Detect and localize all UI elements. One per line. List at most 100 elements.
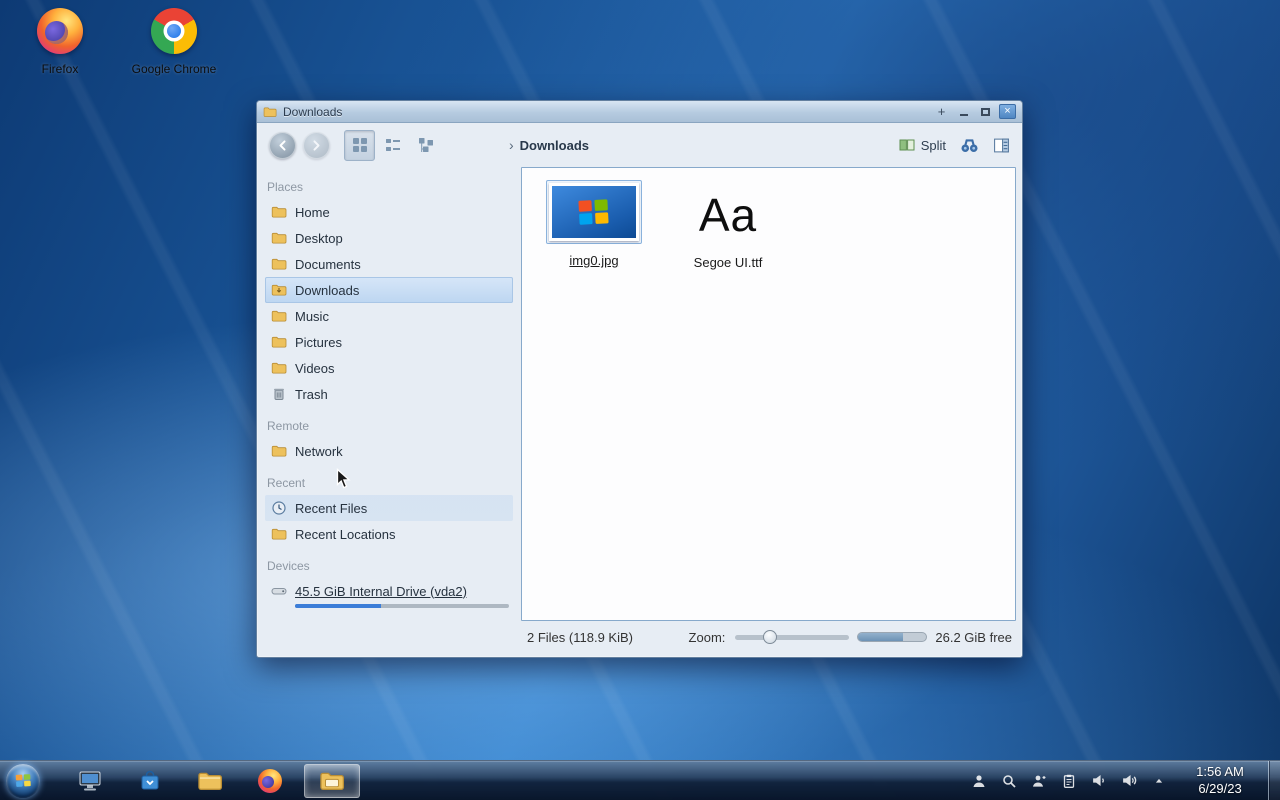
- breadcrumb[interactable]: › Downloads: [509, 137, 589, 153]
- sidebar-item-label: Recent Locations: [295, 526, 396, 542]
- arrow-left-icon: [279, 139, 286, 151]
- hard-drive-icon: [271, 588, 287, 595]
- compact-view-icon: [385, 139, 400, 151]
- search-icon[interactable]: [996, 767, 1022, 795]
- clipboard-icon[interactable]: [1056, 767, 1082, 795]
- clock-time: 1:56 AM: [1196, 764, 1244, 780]
- titlebar[interactable]: Downloads + ×: [257, 101, 1022, 123]
- sidebar-item-recent-locations[interactable]: Recent Locations: [265, 521, 513, 547]
- volume-low-icon[interactable]: [1086, 767, 1112, 795]
- folder-recent-icon: [271, 528, 287, 540]
- taskbar-app-folder[interactable]: [184, 764, 236, 798]
- sidebar-item-label: Videos: [295, 360, 335, 376]
- caret-up-icon[interactable]: [1146, 767, 1172, 795]
- minimize-button[interactable]: [955, 104, 972, 119]
- sidebar-item-label: Trash: [295, 386, 328, 402]
- zoom-slider-track[interactable]: [735, 635, 850, 640]
- sidebar-item-documents[interactable]: Documents: [265, 251, 513, 277]
- zoom-slider[interactable]: [735, 629, 850, 645]
- folder-network-icon: [271, 445, 287, 457]
- show-desktop-button[interactable]: [1268, 760, 1280, 800]
- image-thumbnail: [549, 183, 639, 241]
- font-preview: Aa: [698, 189, 758, 241]
- file-manager-window: Downloads + × › Downloads Split Places H…: [256, 100, 1023, 658]
- section-devices: Devices: [267, 559, 310, 573]
- sidebar-item-recent-files[interactable]: Recent Files: [265, 495, 513, 521]
- desktop-icon-label: Google Chrome: [131, 62, 217, 76]
- folder-downloads-icon: [271, 284, 287, 296]
- sidebar-item-music[interactable]: Music: [265, 303, 513, 329]
- taskbar-app-display-settings[interactable]: [64, 764, 116, 798]
- sidebar-item-desktop[interactable]: Desktop: [265, 225, 513, 251]
- drive-capacity-bar: [295, 604, 509, 608]
- display-icon: [79, 771, 101, 790]
- sidebar-item-label: Desktop: [295, 230, 343, 246]
- folder-music-icon: [271, 310, 287, 322]
- file-manager-icon: [320, 772, 345, 790]
- system-tray: [966, 767, 1178, 795]
- sidebar-item-label: Network: [295, 443, 343, 459]
- icons-view-icon: [352, 138, 367, 152]
- folder-documents-icon: [271, 258, 287, 270]
- folder-home-icon: [271, 206, 287, 218]
- sidebar-item-home[interactable]: Home: [265, 199, 513, 225]
- find-button[interactable]: [960, 137, 979, 154]
- sidebar-item-label: Downloads: [295, 282, 360, 298]
- sidebar-item-network[interactable]: Network: [265, 438, 513, 464]
- user-icon[interactable]: [966, 767, 992, 795]
- status-bar: 2 Files (118.9 KiB) Zoom: 26.2 GiB free: [521, 621, 1016, 653]
- sidebar-item-label: Music: [295, 308, 329, 324]
- icons-view-button[interactable]: [344, 129, 375, 161]
- side-panel-icon: [994, 138, 1009, 152]
- sidebar-item-pictures[interactable]: Pictures: [265, 329, 513, 355]
- pin-button[interactable]: +: [933, 104, 950, 119]
- clock-date: 6/29/23: [1198, 780, 1242, 796]
- file-name[interactable]: Segoe UI.ttf: [694, 255, 763, 270]
- user-icon[interactable]: [1026, 767, 1052, 795]
- folder-view[interactable]: img0.jpg Aa Segoe UI.ttf: [521, 167, 1016, 621]
- compact-view-button[interactable]: [377, 130, 408, 161]
- folder-pictures-icon: [271, 336, 287, 348]
- desktop-icon-chrome[interactable]: Google Chrome: [122, 8, 226, 76]
- panel-toggle-button[interactable]: [993, 137, 1010, 154]
- close-button[interactable]: ×: [999, 104, 1016, 119]
- split-button[interactable]: Split: [899, 137, 946, 153]
- details-view-button[interactable]: [410, 130, 441, 161]
- binoculars-icon: [961, 138, 978, 152]
- section-recent: Recent: [267, 476, 306, 490]
- desktop-icon-label: Firefox: [41, 62, 79, 76]
- taskbar-app-file-manager-active[interactable]: [304, 763, 360, 798]
- sidebar-item-label: 45.5 GiB Internal Drive (vda2): [295, 583, 467, 599]
- start-button[interactable]: [6, 763, 40, 798]
- thumbnail-selection-frame: [546, 180, 642, 244]
- volume-high-icon[interactable]: [1116, 767, 1142, 795]
- forward-button[interactable]: [303, 131, 330, 159]
- file-segoe-ui[interactable]: Aa Segoe UI.ttf: [676, 180, 780, 270]
- sidebar-item-internal-drive[interactable]: 45.5 GiB Internal Drive (vda2): [265, 580, 513, 608]
- section-remote: Remote: [267, 419, 310, 433]
- sidebar-item-downloads[interactable]: Downloads: [265, 277, 513, 303]
- maximize-button[interactable]: [977, 104, 994, 119]
- toolbar: › Downloads Split: [257, 123, 1022, 167]
- taskbar: 1:56 AM 6/29/23: [0, 760, 1280, 800]
- folder-videos-icon: [271, 362, 287, 374]
- sidebar-item-label: Recent Files: [295, 500, 368, 516]
- split-label: Split: [920, 137, 946, 153]
- zoom-slider-handle[interactable]: [763, 630, 778, 644]
- desktop: Firefox Google Chrome Downloads + × › Do…: [0, 0, 1280, 800]
- taskbar-clock[interactable]: 1:56 AM 6/29/23: [1178, 764, 1262, 797]
- sidebar-item-videos[interactable]: Videos: [265, 355, 513, 381]
- chrome-icon: [151, 8, 197, 54]
- taskbar-app-software[interactable]: [124, 764, 176, 798]
- split-view-icon: [899, 139, 915, 151]
- desktop-icon-firefox[interactable]: Firefox: [8, 8, 112, 76]
- free-space-label: 26.2 GiB free: [935, 629, 1012, 645]
- firefox-icon: [37, 8, 83, 54]
- file-img0[interactable]: img0.jpg: [542, 180, 646, 268]
- sidebar-item-trash[interactable]: Trash: [265, 381, 513, 407]
- breadcrumb-downloads[interactable]: Downloads: [520, 138, 589, 153]
- window-title: Downloads: [283, 104, 343, 119]
- taskbar-app-firefox[interactable]: [244, 764, 296, 798]
- back-button[interactable]: [269, 131, 296, 159]
- file-name[interactable]: img0.jpg: [569, 253, 618, 268]
